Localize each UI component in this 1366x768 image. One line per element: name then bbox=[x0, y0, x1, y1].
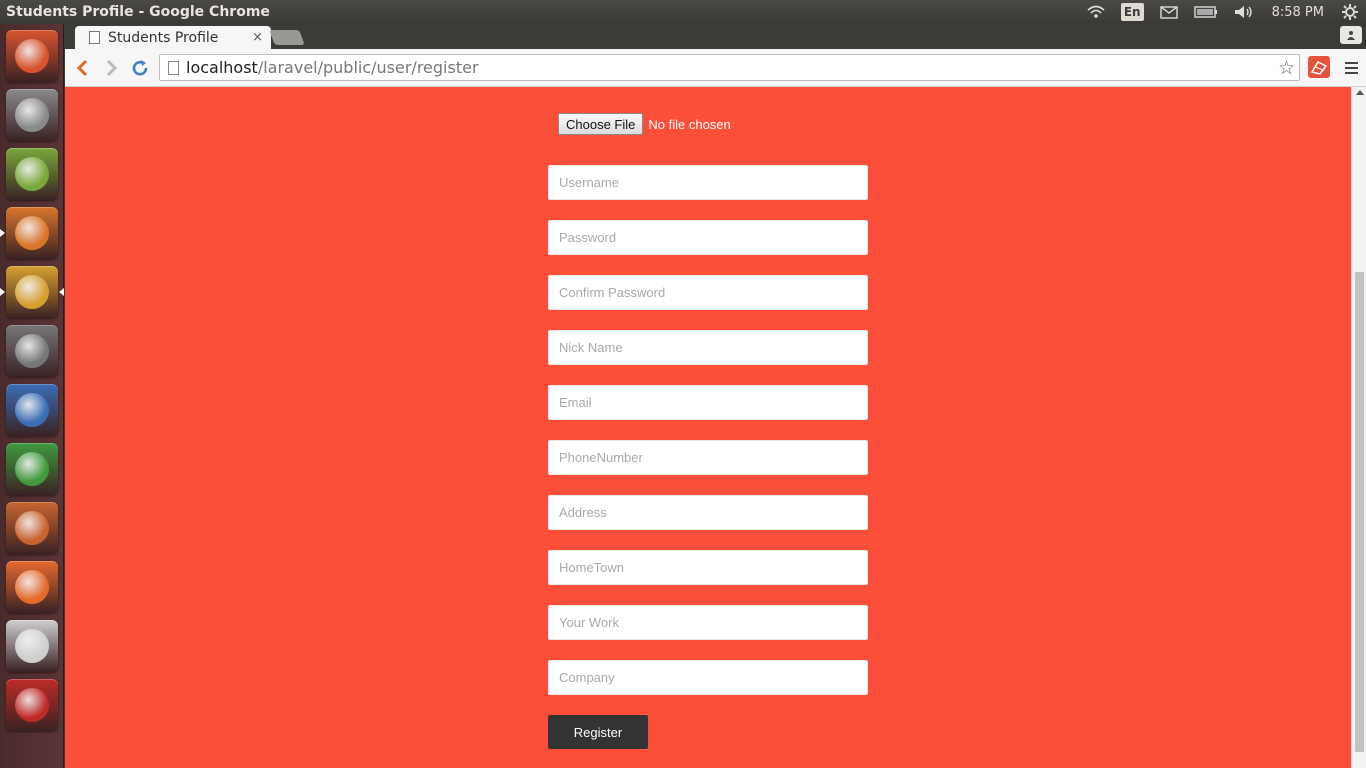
file-upload: Choose File No file chosen bbox=[558, 113, 731, 135]
libreoffice-calc-icon bbox=[15, 452, 49, 486]
session-gear-icon[interactable] bbox=[1342, 0, 1358, 24]
launcher-amazon-icon[interactable] bbox=[6, 620, 58, 672]
panel-indicators: En 8:58 PM bbox=[1079, 0, 1366, 24]
browser-window: Students Profile × localhost/laravel/pub… bbox=[65, 24, 1366, 768]
forward-arrow-icon bbox=[106, 59, 118, 77]
scroll-thumb[interactable] bbox=[1355, 272, 1364, 752]
chrome-icon bbox=[15, 275, 49, 309]
browser-toolbar: localhost/laravel/public/user/register ☆ bbox=[65, 49, 1366, 87]
top-panel: Students Profile - Google Chrome En 8:58… bbox=[0, 0, 1366, 24]
password-input[interactable] bbox=[548, 220, 868, 255]
back-arrow-icon bbox=[76, 59, 88, 77]
phone-number-input[interactable] bbox=[548, 440, 868, 475]
android-icon bbox=[15, 157, 49, 191]
hometown-input[interactable] bbox=[548, 550, 868, 585]
page-content: Choose File No file chosen Register bbox=[65, 87, 1351, 768]
tab-label: Students Profile bbox=[108, 29, 219, 46]
running-indicator bbox=[0, 288, 5, 296]
firefox-icon bbox=[15, 216, 49, 250]
clock[interactable]: 8:58 PM bbox=[1272, 0, 1324, 24]
launcher-libreoffice-writer-icon[interactable] bbox=[6, 384, 58, 436]
address-bar[interactable]: localhost/laravel/public/user/register ☆ bbox=[159, 54, 1300, 81]
running-indicator bbox=[0, 229, 5, 237]
wifi-icon[interactable] bbox=[1087, 0, 1105, 24]
focused-indicator bbox=[59, 288, 64, 296]
extension-icon[interactable] bbox=[1308, 56, 1330, 78]
bookmark-star-icon[interactable]: ☆ bbox=[1278, 57, 1295, 79]
your-work-input[interactable] bbox=[548, 605, 868, 640]
launcher-files-icon[interactable] bbox=[6, 89, 58, 141]
keyboard-layout-indicator[interactable]: En bbox=[1120, 3, 1144, 21]
choose-file-button[interactable]: Choose File bbox=[558, 113, 644, 135]
launcher-software-center-icon[interactable] bbox=[6, 561, 58, 613]
system-settings-icon bbox=[15, 334, 49, 368]
chrome-menu-icon[interactable] bbox=[1341, 57, 1361, 79]
reload-icon bbox=[132, 60, 148, 76]
register-button[interactable]: Register bbox=[548, 715, 648, 749]
email-input[interactable] bbox=[548, 385, 868, 420]
volume-icon[interactable] bbox=[1234, 0, 1254, 24]
libreoffice-impress-icon bbox=[15, 511, 49, 545]
launcher-chrome-icon[interactable] bbox=[6, 266, 58, 318]
window-title: Students Profile - Google Chrome bbox=[6, 4, 270, 20]
launcher-libreoffice-impress-icon[interactable] bbox=[6, 502, 58, 554]
tab-students-profile[interactable]: Students Profile × bbox=[75, 26, 271, 49]
launcher-libreoffice-calc-icon[interactable] bbox=[6, 443, 58, 495]
file-status-text: No file chosen bbox=[648, 116, 731, 132]
amazon-icon bbox=[15, 629, 49, 663]
files-icon bbox=[15, 98, 49, 132]
new-tab-button[interactable] bbox=[269, 30, 305, 45]
company-input[interactable] bbox=[548, 660, 868, 695]
launcher-filezilla-icon[interactable] bbox=[6, 679, 58, 731]
ubuntu-dash-icon bbox=[15, 39, 49, 73]
reload-button[interactable] bbox=[129, 57, 151, 79]
forward-button[interactable] bbox=[101, 57, 123, 79]
launcher-ubuntu-dash-icon[interactable] bbox=[6, 30, 58, 82]
mail-icon[interactable] bbox=[1159, 0, 1178, 24]
scroll-up-arrow-icon[interactable] bbox=[1356, 90, 1364, 95]
address-input[interactable] bbox=[548, 495, 868, 530]
battery-icon[interactable] bbox=[1193, 0, 1218, 24]
page-info-icon[interactable] bbox=[168, 61, 179, 75]
launcher-system-settings-icon[interactable] bbox=[6, 325, 58, 377]
url-host: localhost bbox=[186, 58, 258, 77]
confirm-password-input[interactable] bbox=[548, 275, 868, 310]
nick-name-input[interactable] bbox=[548, 330, 868, 365]
tab-close-icon[interactable]: × bbox=[252, 30, 263, 45]
back-button[interactable] bbox=[71, 57, 93, 79]
software-center-icon bbox=[15, 570, 49, 604]
launcher bbox=[0, 24, 64, 768]
filezilla-icon bbox=[15, 688, 49, 722]
username-input[interactable] bbox=[548, 165, 868, 200]
url-path: /laravel/public/user/register bbox=[257, 58, 479, 77]
profile-icon[interactable] bbox=[1340, 26, 1362, 44]
page-icon bbox=[89, 31, 100, 44]
page-scrollbar[interactable] bbox=[1351, 87, 1366, 768]
launcher-android-icon[interactable] bbox=[6, 148, 58, 200]
libreoffice-writer-icon bbox=[15, 393, 49, 427]
launcher-firefox-icon[interactable] bbox=[6, 207, 58, 259]
tab-strip: Students Profile × bbox=[65, 24, 1366, 49]
